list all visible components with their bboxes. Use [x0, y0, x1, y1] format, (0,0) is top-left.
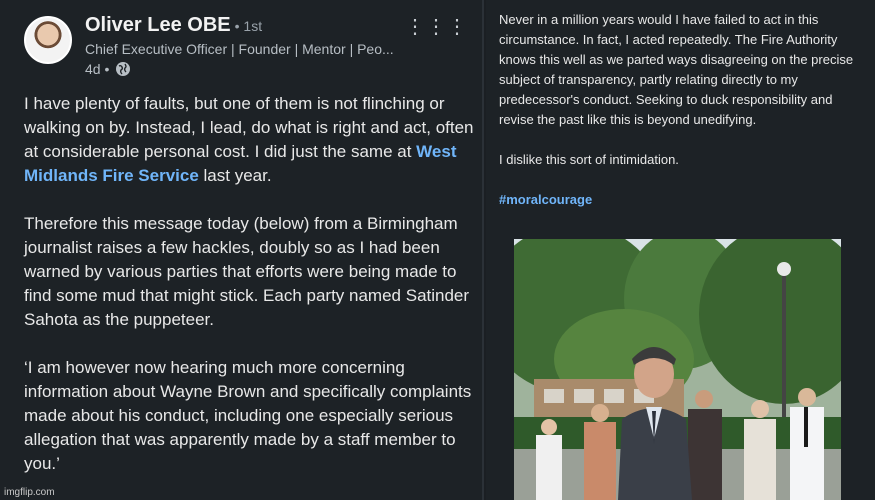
continuation-paragraph-1: Never in a million years would I have fa…: [499, 12, 854, 127]
post-panel-right: Never in a million years would I have fa…: [486, 0, 875, 500]
connection-degree: • 1st: [234, 18, 263, 34]
post-header: Oliver Lee OBE • 1st Chief Executive Offi…: [24, 14, 474, 84]
post-paragraph-2: Therefore this message today (below) fro…: [24, 214, 470, 329]
author-headline: Chief Executive Officer | Founder | Ment…: [85, 41, 394, 57]
globe-icon: [116, 62, 131, 76]
post-meta: 4d •: [85, 61, 131, 77]
post-paragraph-1: I have plenty of faults, but one of them…: [24, 92, 474, 188]
continuation-paragraph-2: I dislike this sort of intimidation.: [499, 152, 679, 167]
photo-illustration: [514, 239, 841, 500]
avatar[interactable]: [24, 16, 72, 64]
ellipsis-icon[interactable]: ⋮⋮⋮: [405, 14, 468, 39]
post-time: 4d •: [85, 61, 110, 77]
post-paragraph-3: ‘I am however now hearing much more conc…: [24, 358, 472, 473]
author-name-text[interactable]: Oliver Lee OBE: [85, 14, 231, 36]
watermark: imgflip.com: [4, 487, 55, 498]
post-photo[interactable]: [514, 239, 841, 500]
post-body: I have plenty of faults, but one of them…: [24, 92, 474, 500]
author-name[interactable]: Oliver Lee OBE • 1st: [85, 14, 262, 37]
post-panel-left: Oliver Lee OBE • 1st Chief Executive Offi…: [0, 0, 484, 500]
hashtag-link[interactable]: #moralcourage: [499, 190, 859, 210]
continuation-text: Never in a million years would I have fa…: [499, 10, 859, 230]
paragraph-1-start: I have plenty of faults, but one of them…: [24, 94, 474, 161]
paragraph-1-end: last year.: [198, 166, 272, 185]
